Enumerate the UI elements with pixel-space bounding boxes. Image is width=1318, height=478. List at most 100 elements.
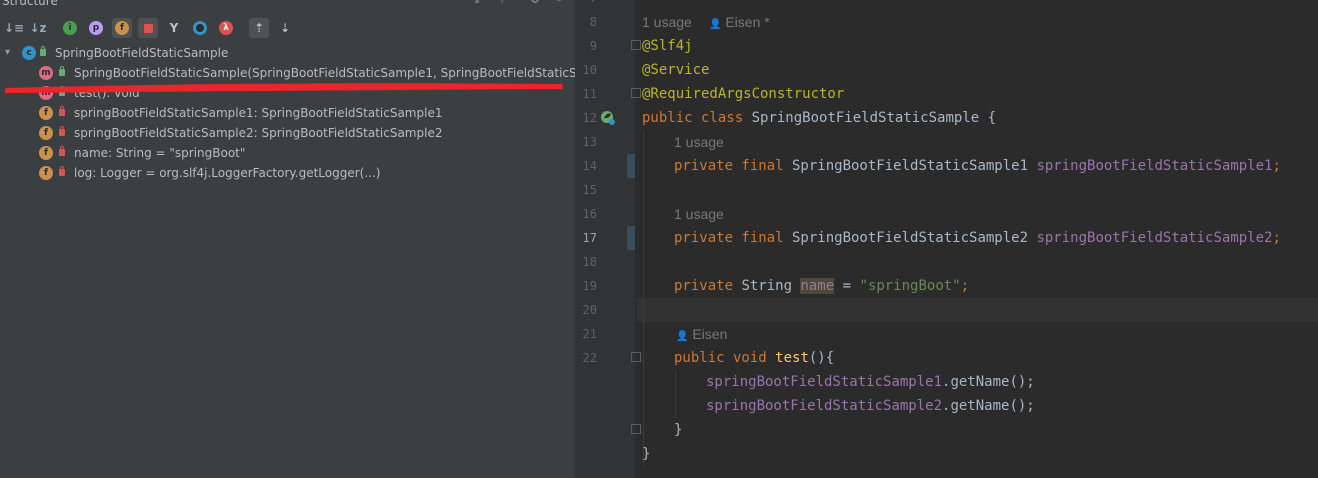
public-lock-icon	[59, 66, 65, 76]
show-inherited-glyph: i	[63, 21, 77, 35]
field-icon: f	[39, 166, 53, 180]
line-number: 9	[589, 39, 597, 53]
author-hint[interactable]: 👤 Eisen	[676, 322, 727, 346]
line-number: 14	[582, 159, 597, 173]
field-icon: f	[39, 126, 53, 140]
vcs-change-marker	[627, 154, 635, 178]
tree-item[interactable]: f name: String = "springBoot"	[0, 143, 575, 163]
show-fields-icon[interactable]: f	[112, 18, 132, 38]
sort-by-visibility-icon[interactable]: ↓≡	[4, 18, 24, 38]
tree-item[interactable]: f springBootFieldStaticSample2: SpringBoo…	[0, 123, 575, 143]
collapse-all-icon[interactable]: ⤒	[495, 0, 509, 6]
usage-hint[interactable]: 1 usage	[674, 130, 724, 154]
line-number: 15	[582, 183, 597, 197]
show-lambdas-glyph: λ	[219, 21, 233, 35]
tree-item-label: test(): void	[74, 86, 140, 100]
method-icon: m	[39, 86, 53, 100]
author-name: Eisen *	[725, 14, 770, 30]
chevron-down-icon[interactable]: ▾	[5, 43, 10, 63]
line-number: 16	[582, 207, 597, 221]
method-icon: m	[39, 66, 53, 80]
sort-alphabetically-icon[interactable]: ↓z	[28, 18, 48, 38]
show-hierarchy-icon[interactable]: Y	[164, 18, 184, 38]
private-lock-icon	[59, 166, 65, 176]
show-non-public-icon[interactable]	[138, 18, 158, 38]
author-name: Eisen	[692, 326, 728, 342]
autoscroll-to-source-icon[interactable]: ⇡	[249, 18, 269, 38]
tree-item[interactable]: m test(): void	[0, 83, 575, 103]
autoscroll-to-source-glyph: ⇡	[253, 21, 265, 35]
private-lock-icon	[59, 146, 65, 156]
indent-guide	[643, 130, 644, 466]
field-icon: f	[39, 106, 53, 120]
public-lock-icon	[59, 86, 65, 96]
show-anonymous-glyph	[193, 21, 207, 35]
panel-title: Structure	[2, 0, 58, 8]
code-line-18: public void test(){	[674, 350, 835, 366]
user-icon: 👤	[709, 19, 722, 30]
tree-item[interactable]: f springBootFieldStaticSample1: SpringBoo…	[0, 103, 575, 123]
code-line-22: }	[642, 446, 651, 462]
fold-marker-icon[interactable]	[631, 352, 641, 362]
line-number: 20	[582, 303, 597, 317]
indent-guide	[675, 370, 676, 418]
field-icon: f	[39, 146, 53, 160]
show-anonymous-icon[interactable]	[190, 18, 210, 38]
fold-marker-icon[interactable]	[631, 40, 641, 50]
tree-root-label: SpringBootFieldStaticSample	[55, 46, 229, 60]
current-line-highlight	[636, 298, 1318, 322]
code-line-19: springBootFieldStaticSample1.getName();	[706, 374, 1035, 390]
code-line-9: @Service	[642, 62, 710, 78]
code-line-20: springBootFieldStaticSample2.getName();	[706, 398, 1035, 414]
vcs-change-marker	[627, 226, 635, 250]
tree-item-label: springBootFieldStaticSample2: SpringBoot…	[74, 126, 443, 140]
line-number: 8	[589, 15, 597, 29]
line-number: 7	[575, 0, 597, 10]
show-hierarchy-glyph: Y	[169, 21, 179, 35]
public-lock-icon	[40, 46, 46, 56]
line-number: 11	[582, 87, 597, 101]
line-number: 18	[582, 255, 597, 269]
tree-item[interactable]: f log: Logger = org.slf4j.LoggerFactory.g…	[0, 163, 575, 183]
private-lock-icon	[59, 126, 65, 136]
code-line-21: }	[674, 422, 683, 438]
tree-root[interactable]: ▾ c SpringBootFieldStaticSample	[0, 43, 575, 63]
fold-marker-icon[interactable]	[631, 424, 641, 434]
user-icon: 👤	[676, 331, 689, 342]
spring-bean-icon[interactable]	[599, 110, 617, 126]
tree-item-label: springBootFieldStaticSample1: SpringBoot…	[74, 106, 443, 120]
show-non-public-glyph	[143, 23, 153, 33]
tree-item[interactable]: m SpringBootFieldStaticSample(SpringBootF…	[0, 63, 575, 83]
line-number: 13	[582, 135, 597, 149]
line-number: 22	[582, 351, 597, 365]
class-icon: c	[22, 46, 36, 60]
tree-item-label: SpringBootFieldStaticSample(SpringBootFi…	[74, 66, 575, 80]
show-lambdas-icon[interactable]: λ	[216, 18, 236, 38]
tree-item-label: log: Logger = org.slf4j.LoggerFactory.ge…	[74, 166, 381, 180]
line-number: 19	[582, 279, 597, 293]
fold-marker-icon[interactable]	[631, 88, 641, 98]
show-properties-icon[interactable]: p	[86, 18, 106, 38]
code-line-16: private String name = "springBoot";	[674, 278, 970, 294]
line-number: 17	[582, 231, 597, 245]
tree-item-label: name: String = "springBoot"	[74, 146, 246, 160]
usage-hint[interactable]: 1 usage	[642, 10, 692, 34]
code-editor[interactable]: 7 8 9 10 11 12 13 14 15 16 17 18 19 20 21 22 1 usage 👤 …	[575, 0, 1318, 478]
expand-all-icon[interactable]: ⤓	[470, 0, 484, 6]
show-properties-glyph: p	[89, 21, 103, 35]
author-hint[interactable]: 👤 Eisen *	[709, 10, 770, 34]
line-number: 12	[582, 111, 597, 125]
structure-toolbar: ↓≡ ↓z i p f Yλ ⇡ ⇣	[0, 14, 575, 42]
code-line-14: private final SpringBootFieldStaticSampl…	[674, 230, 1281, 246]
sort-by-visibility-glyph: ↓≡	[3, 21, 25, 35]
code-line-8: @Slf4j	[642, 38, 693, 54]
usage-hint[interactable]: 1 usage	[674, 202, 724, 226]
line-number: 10	[582, 63, 597, 77]
autoscroll-from-source-icon[interactable]: ⇣	[275, 18, 295, 38]
settings-gear-icon[interactable]: ⚙	[528, 0, 542, 6]
code-line-10: @RequiredArgsConstructor	[642, 86, 845, 102]
private-lock-icon	[59, 106, 65, 116]
hide-panel-icon[interactable]: –	[552, 0, 566, 6]
structure-panel: Structure ⤓ ⤒ ⚙ – ↓≡↓zipfYλ⇡⇣ ▾ c Spring…	[0, 0, 575, 478]
show-inherited-icon[interactable]: i	[60, 18, 80, 38]
